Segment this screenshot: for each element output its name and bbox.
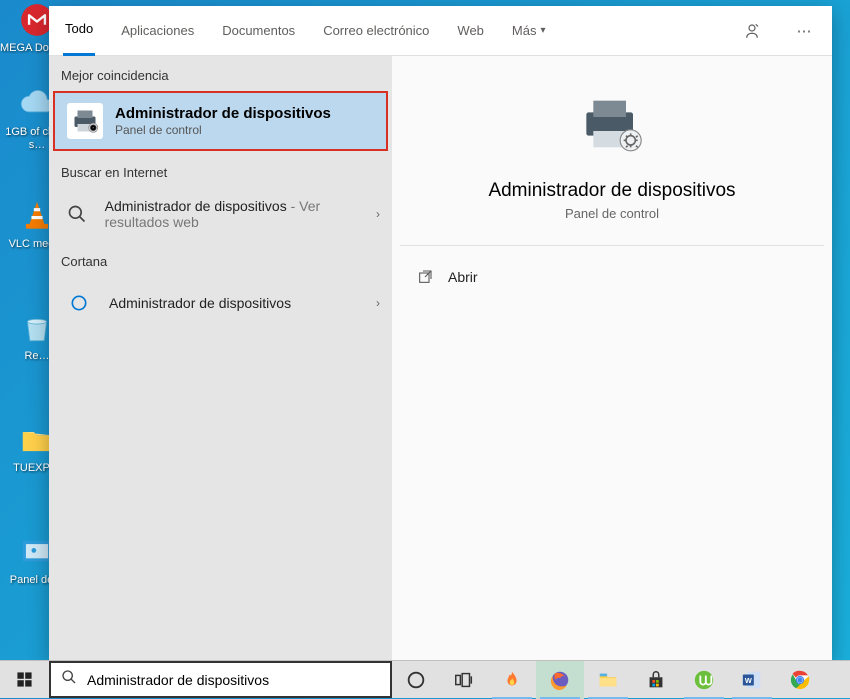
svg-text:W: W	[745, 675, 752, 684]
search-box[interactable]	[49, 661, 392, 698]
result-title: Administrador de dispositivos	[109, 295, 291, 311]
taskbar-explorer[interactable]	[584, 661, 632, 699]
section-internet: Buscar en Internet	[49, 153, 392, 186]
search-icon	[61, 196, 93, 232]
search-input[interactable]	[87, 672, 380, 688]
more-icon[interactable]: ⋯	[790, 17, 818, 45]
taskbar: W	[0, 660, 850, 698]
preview-title: Administrador de dispositivos	[420, 180, 804, 202]
tab-mas-label: Más	[512, 6, 537, 56]
taskbar-taskview[interactable]	[440, 661, 488, 699]
tab-todo[interactable]: Todo	[63, 6, 95, 56]
result-title: Administrador de dispositivos	[115, 105, 331, 122]
taskbar-store[interactable]	[632, 661, 680, 699]
open-icon	[416, 268, 434, 286]
results-panel: Mejor coincidencia Administrador de disp…	[49, 56, 392, 660]
search-tabs: Todo Aplicaciones Documentos Correo elec…	[49, 6, 832, 56]
result-cortana[interactable]: Administrador de dispositivos ›	[49, 275, 392, 331]
taskbar-app-flame[interactable]	[488, 661, 536, 699]
preview-subtitle: Panel de control	[420, 206, 804, 221]
search-icon	[61, 669, 77, 690]
section-cortana: Cortana	[49, 242, 392, 275]
taskbar-firefox[interactable]	[536, 661, 584, 699]
start-button[interactable]	[0, 661, 49, 699]
taskbar-word[interactable]: W	[728, 661, 776, 699]
result-best-match[interactable]: Administrador de dispositivos Panel de c…	[53, 91, 388, 151]
taskbar-tray: W	[392, 661, 850, 699]
tab-documentos[interactable]: Documentos	[220, 6, 297, 56]
result-subtitle: Panel de control	[115, 122, 331, 138]
preview-actions: Abrir	[392, 246, 832, 308]
action-open-label: Abrir	[448, 269, 478, 285]
result-title: Administrador de dispositivos	[105, 198, 287, 214]
tab-correo[interactable]: Correo electrónico	[321, 6, 431, 56]
action-open[interactable]: Abrir	[392, 258, 832, 296]
chevron-down-icon: ▾	[540, 6, 545, 56]
tab-mas[interactable]: Más ▾	[510, 6, 548, 56]
section-best: Mejor coincidencia	[49, 56, 392, 89]
tab-web[interactable]: Web	[455, 6, 486, 56]
chevron-right-icon: ›	[376, 207, 380, 221]
device-manager-icon	[67, 103, 103, 139]
taskbar-cortana[interactable]	[392, 661, 440, 699]
cortana-icon	[61, 285, 97, 321]
taskbar-chrome[interactable]	[776, 661, 824, 699]
tab-aplicaciones[interactable]: Aplicaciones	[119, 6, 196, 56]
feedback-icon[interactable]	[738, 17, 766, 45]
result-web-search[interactable]: Administrador de dispositivos - Ver resu…	[49, 186, 392, 242]
chevron-right-icon: ›	[376, 296, 380, 310]
taskbar-utorrent[interactable]	[680, 661, 728, 699]
preview-icon	[577, 96, 647, 152]
search-flyout: Todo Aplicaciones Documentos Correo elec…	[49, 6, 832, 660]
preview-panel: Administrador de dispositivos Panel de c…	[392, 56, 832, 660]
